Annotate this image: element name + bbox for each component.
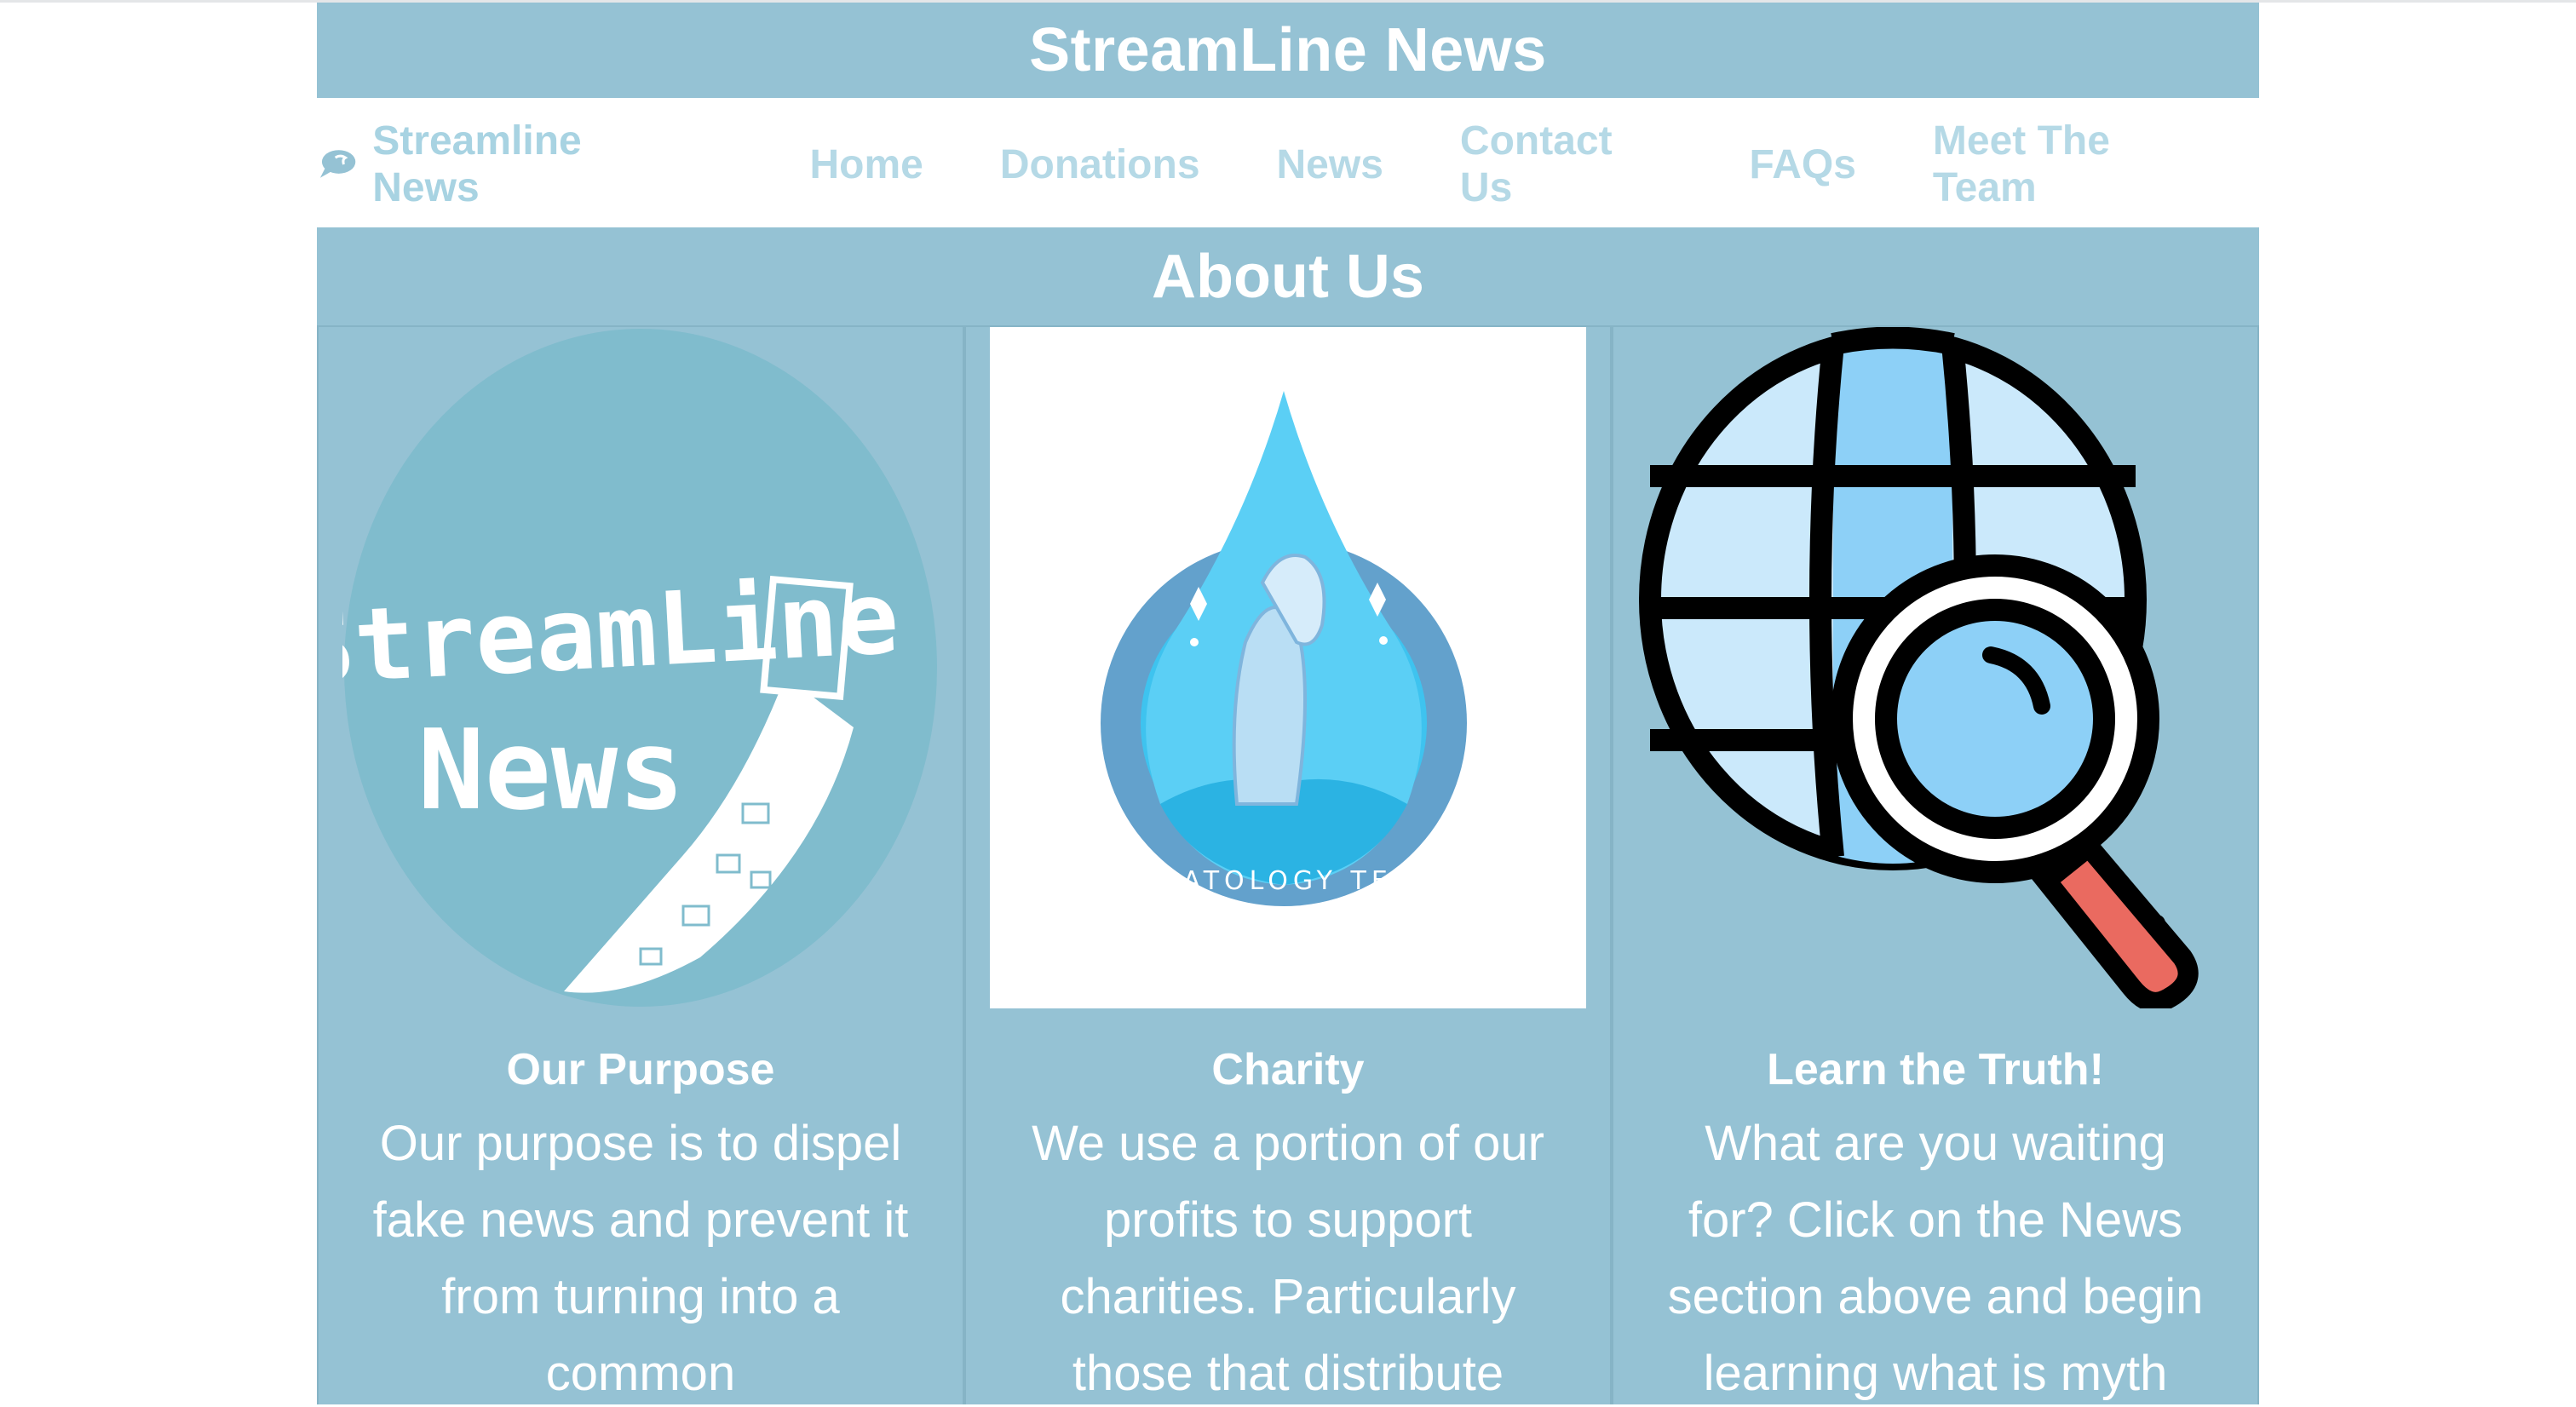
logo-text-line2: News [417, 705, 684, 835]
site-header: StreamLine News [317, 3, 2259, 98]
about-us-title: About Us [1152, 242, 1424, 311]
about-cards: StreamLine News Our Purpose Our purpose … [317, 325, 2259, 1404]
nav-link-home[interactable]: Home [810, 141, 923, 188]
streamline-logo-image: StreamLine News [342, 327, 939, 1008]
card-text: We use a portion of our profits to suppo… [1032, 1116, 1544, 1401]
card-our-purpose: StreamLine News Our Purpose Our purpose … [317, 325, 964, 1404]
badge-text: DERMATOLOGY TESTED [1087, 866, 1481, 896]
nav-link-meet-the-team[interactable]: Meet The Team [1933, 118, 2221, 211]
about-us-bar: About Us [317, 227, 2259, 325]
main-navbar: Streamline News Home Donations News Cont… [317, 98, 2259, 227]
globe-magnifier-icon [1639, 327, 2199, 1008]
card-charity: DERMATOLOGY TESTED Charity We use a port… [964, 325, 1612, 1404]
card-heading: Our Purpose [506, 1045, 775, 1094]
nav-link-faqs[interactable]: FAQs [1750, 141, 1856, 188]
nav-link-contact-us[interactable]: Contact Us [1460, 118, 1673, 211]
streamline-logo-icon: StreamLine News [342, 329, 937, 1007]
nav-link-news[interactable]: News [1277, 141, 1383, 188]
nav-brand-link[interactable]: Streamline News [317, 118, 695, 211]
card-learn-the-truth: Learn the Truth! What are you waiting fo… [1612, 325, 2259, 1404]
speech-bubble-icon [319, 150, 356, 178]
nav-link-donations[interactable]: Donations [1000, 141, 1200, 188]
water-drop-hands-icon: DERMATOLOGY TESTED [1087, 391, 1481, 906]
card-heading: Learn the Truth! [1767, 1045, 2104, 1094]
nav-brand-label: Streamline News [372, 118, 582, 210]
card-text: What are you waiting for? Click on the N… [1667, 1116, 2204, 1401]
charity-image: DERMATOLOGY TESTED [990, 327, 1586, 1008]
page-container: StreamLine News Streamline News Home Don… [317, 3, 2259, 1407]
site-title: StreamLine News [1029, 16, 1547, 84]
globe-search-image [1637, 327, 2234, 1008]
card-heading: Charity [1211, 1045, 1365, 1094]
card-text: Our purpose is to dispel fake news and p… [372, 1116, 909, 1401]
